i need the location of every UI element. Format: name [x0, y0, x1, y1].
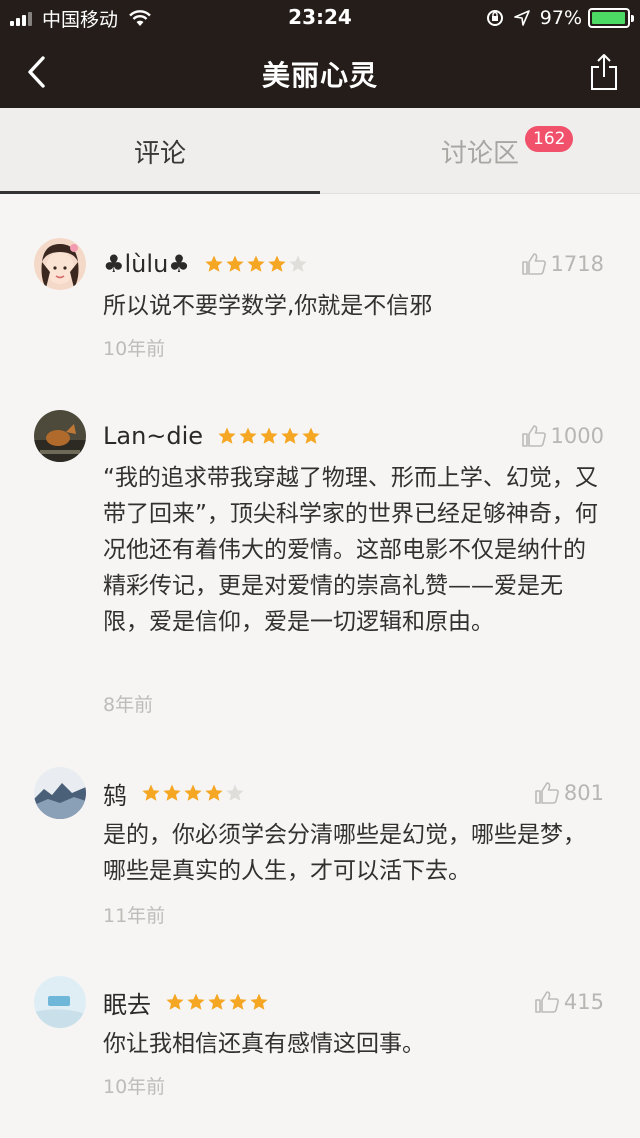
like-count: 801 — [563, 781, 604, 805]
star-rating — [165, 992, 270, 1012]
star-filled-icon — [247, 255, 265, 272]
star-filled-icon — [205, 784, 223, 801]
status-bar: 中国移动 23:24 97% — [0, 0, 640, 36]
share-button[interactable] — [582, 50, 626, 94]
star-filled-icon — [218, 427, 236, 444]
star-filled-icon — [302, 427, 320, 444]
like-count: 415 — [563, 990, 604, 1014]
tab-discussion-label: 讨论区 — [440, 138, 519, 169]
comment-time: 10年前 — [103, 338, 166, 360]
top-bar: 中国移动 23:24 97% 美丽心灵 — [0, 0, 640, 108]
star-filled-icon — [260, 427, 278, 444]
star-filled-icon — [229, 993, 247, 1010]
star-rating — [217, 426, 322, 446]
orientation-lock-icon — [486, 9, 504, 27]
star-filled-icon — [281, 427, 299, 444]
star-filled-icon — [239, 427, 257, 444]
star-empty-icon — [226, 784, 244, 801]
comment-header: ♣lùlu♣ — [103, 246, 309, 282]
star-filled-icon — [163, 784, 181, 801]
comment-text: 所以说不要学数学,你就是不信邪 — [103, 293, 433, 319]
thumbs-up-icon — [535, 991, 559, 1013]
location-arrow-icon — [513, 10, 530, 26]
avatar[interactable] — [34, 767, 86, 819]
discussion-count-badge: 162 — [525, 126, 574, 152]
star-filled-icon — [226, 255, 244, 272]
like-count: 1000 — [550, 424, 604, 448]
comment-item: Lan~die 1000 “我的追求带我穿越了物理、形而上学、幻觉，又带了回来”… — [0, 410, 640, 730]
avatar[interactable] — [34, 238, 86, 290]
star-filled-icon — [208, 993, 226, 1010]
comment-header: Lan~die — [103, 418, 322, 454]
page-title: 美丽心灵 — [261, 59, 378, 92]
comment-time: 8年前 — [103, 694, 154, 716]
comment-author[interactable]: ♣lùlu♣ — [103, 250, 190, 278]
comment-header: 鸫 — [103, 775, 246, 811]
star-filled-icon — [166, 993, 184, 1010]
tab-bar: 评论 讨论区 162 — [0, 108, 640, 194]
comment-text: 你让我相信还真有感情这回事。 — [103, 1031, 425, 1057]
star-filled-icon — [187, 993, 205, 1010]
comment-item: 眠去 415 你让我相信还真有感情这回事。 10年前 — [0, 976, 640, 1106]
like-button[interactable]: 801 — [534, 775, 604, 811]
battery-percent: 97% — [539, 7, 582, 29]
tab-comments[interactable]: 评论 — [0, 108, 320, 194]
star-rating — [204, 254, 309, 274]
status-right: 97% — [486, 5, 634, 31]
comment-time: 11年前 — [103, 905, 166, 927]
star-filled-icon — [205, 255, 223, 272]
comment-time: 10年前 — [103, 1076, 166, 1098]
like-count: 1718 — [550, 252, 604, 276]
avatar[interactable] — [34, 410, 86, 462]
comment-text: “我的追求带我穿越了物理、形而上学、幻觉，又带了回来”，顶尖科学家的世界已经足够… — [103, 465, 598, 635]
star-empty-icon — [289, 255, 307, 272]
thumbs-up-icon — [535, 782, 559, 804]
comment-item: ♣lùlu♣ 1718 所以说不要学数学,你就是不信邪 10年前 — [0, 238, 640, 368]
comment-text: 是的，你必须学会分清哪些是幻觉，哪些是梦，哪些是真实的人生，才可以活下去。 — [103, 822, 586, 884]
share-icon — [591, 54, 617, 90]
thumbs-up-icon — [521, 425, 546, 447]
comment-author[interactable]: 鸫 — [103, 776, 127, 811]
tab-comments-label: 评论 — [133, 138, 186, 169]
comment-item: 鸫 801 是的，你必须学会分清哪些是幻觉，哪些是梦，哪些是真实的人生，才可以活… — [0, 767, 640, 937]
active-tab-indicator — [0, 191, 320, 194]
avatar[interactable] — [34, 976, 86, 1028]
navigation-bar: 美丽心灵 — [0, 36, 640, 108]
like-button[interactable]: 415 — [534, 984, 604, 1020]
like-button[interactable]: 1718 — [521, 246, 604, 282]
tab-discussion[interactable]: 讨论区 — [320, 108, 640, 194]
star-filled-icon — [250, 993, 268, 1010]
star-rating — [141, 783, 246, 803]
comment-author[interactable]: 眠去 — [103, 985, 151, 1020]
star-filled-icon — [142, 784, 160, 801]
battery-fill — [592, 12, 625, 24]
thumbs-up-icon — [521, 253, 546, 275]
like-button[interactable]: 1000 — [521, 418, 604, 454]
star-filled-icon — [184, 784, 202, 801]
comment-header: 眠去 — [103, 984, 270, 1020]
star-filled-icon — [268, 255, 286, 272]
battery-icon — [588, 8, 634, 28]
comment-author[interactable]: Lan~die — [103, 422, 203, 450]
